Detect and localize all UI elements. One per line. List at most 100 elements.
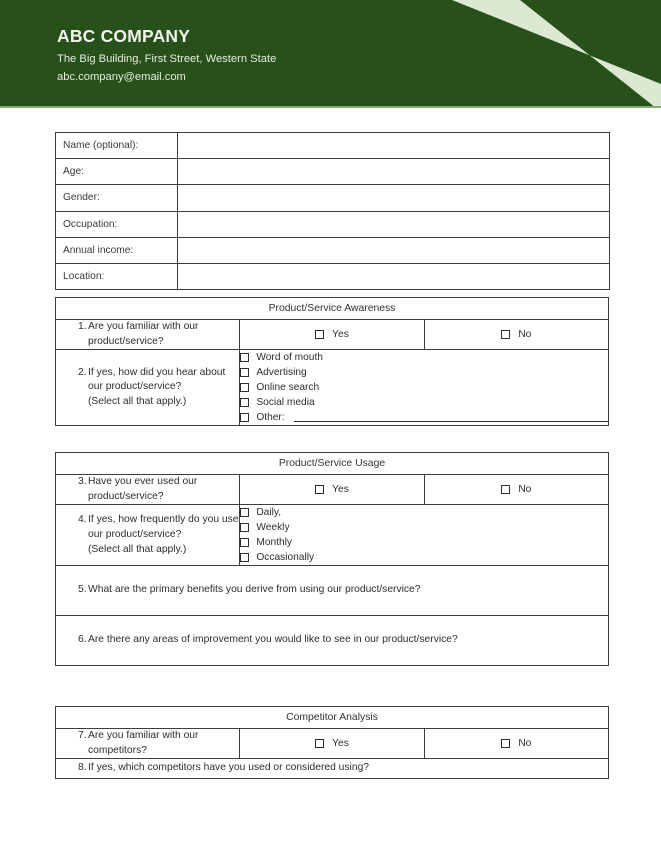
question-row: 7. Are you familiar with our competitors?… xyxy=(54,727,610,760)
yes-label: Yes xyxy=(332,484,349,496)
option-row[interactable]: Word of mouth xyxy=(240,350,608,365)
question-text-line: Have you ever used our product/service? xyxy=(88,476,198,502)
question-text-line: Are you familiar with our product/servic… xyxy=(88,321,199,347)
demographics-input-field[interactable] xyxy=(177,158,610,186)
demographics-row: Occupation: xyxy=(55,210,610,238)
demographics-label: Age: xyxy=(55,158,178,186)
demographics-row: Gender: xyxy=(55,184,610,212)
no-checkbox[interactable] xyxy=(501,739,511,749)
company-address: The Big Building, First Street, Western … xyxy=(57,53,277,66)
option-row[interactable]: Other: xyxy=(240,410,608,425)
question-cell: 2. If yes, how did you hear about our pro… xyxy=(54,349,241,427)
question-text-line: If yes, which competitors have you used … xyxy=(88,762,370,774)
question-number: 3. xyxy=(78,476,87,487)
option-row[interactable]: Advertising xyxy=(240,365,608,380)
yes-label: Yes xyxy=(332,738,349,750)
section-table: Product/Service Awareness 1. Are you famil… xyxy=(54,297,610,427)
no-answer-cell[interactable]: No xyxy=(423,318,610,351)
option-row[interactable]: Weekly xyxy=(240,520,608,535)
yes-checkbox[interactable] xyxy=(315,330,325,340)
question-text-line: If yes, how frequently do you use our pr… xyxy=(88,514,239,540)
header-bottom-rule xyxy=(0,106,661,108)
no-label: No xyxy=(518,484,532,496)
section-title-row: Product/Service Awareness xyxy=(55,297,609,320)
question-cell: 4. If yes, how frequently do you use our … xyxy=(54,504,241,567)
option-checkbox[interactable] xyxy=(240,553,250,563)
question-row: 2. If yes, how did you hear about our pro… xyxy=(54,349,609,427)
option-checkbox[interactable] xyxy=(240,353,250,363)
demographics-input-field[interactable] xyxy=(177,184,610,212)
question-text: What are the primary benefits you derive… xyxy=(88,583,608,598)
question-row: 1. Are you familiar with our product/serv… xyxy=(54,318,610,351)
option-checkbox[interactable] xyxy=(240,413,250,423)
no-checkbox[interactable] xyxy=(501,485,511,495)
demographics-label: Name (optional): xyxy=(55,131,178,160)
demographics-row: Annual income: xyxy=(55,236,610,264)
option-row[interactable]: Daily, xyxy=(240,505,608,520)
question-number: 6. xyxy=(78,634,87,646)
company-identity-block: ABC COMPANY The Big Building, First Stre… xyxy=(57,27,276,86)
option-label: Monthly xyxy=(256,536,292,548)
question-number: 5. xyxy=(78,584,87,596)
no-checkbox[interactable] xyxy=(501,330,511,340)
question-cell: 3. Have you ever used our product/service… xyxy=(54,473,241,506)
options-checklist-cell: Word of mouth Advertising Online search Soc… xyxy=(239,349,609,427)
option-checkbox[interactable] xyxy=(240,538,250,548)
option-label: Occasionally xyxy=(256,551,315,563)
question-row: 5. What are the primary benefits you deri… xyxy=(55,565,609,617)
demographics-input-field[interactable] xyxy=(177,210,610,238)
option-row[interactable]: Online search xyxy=(240,380,608,395)
option-other-write-in-line[interactable] xyxy=(293,413,608,423)
no-answer-cell[interactable]: No xyxy=(423,727,610,760)
question-cell[interactable]: 6. Are there any areas of improvement you… xyxy=(55,615,609,667)
demographics-input-field[interactable] xyxy=(177,236,610,264)
question-number: 4. xyxy=(78,514,87,526)
no-answer-cell[interactable]: No xyxy=(423,473,610,506)
option-checkbox[interactable] xyxy=(240,523,250,533)
section-table: Competitor Analysis 7. Are you familiar wi… xyxy=(54,706,610,780)
option-label: Advertising xyxy=(256,366,307,378)
demographics-input-field[interactable] xyxy=(177,131,610,160)
option-label: Word of mouth xyxy=(256,351,323,363)
yes-checkbox[interactable] xyxy=(315,739,325,749)
question-row: 4. If yes, how frequently do you use our … xyxy=(54,504,609,567)
question-text: If yes, how frequently do you use our pr… xyxy=(88,513,239,557)
yes-answer-cell[interactable]: Yes xyxy=(239,473,425,506)
demographics-row: Location: xyxy=(55,262,610,291)
question-number: 7. xyxy=(78,730,87,741)
option-row[interactable]: Occasionally xyxy=(240,550,608,565)
option-label: Weekly xyxy=(256,521,290,533)
company-email: abc.company@email.com xyxy=(57,71,186,84)
demographics-label: Annual income: xyxy=(55,236,178,264)
yes-answer-cell[interactable]: Yes xyxy=(239,318,425,351)
option-checkbox[interactable] xyxy=(240,368,250,378)
demographics-label: Occupation: xyxy=(55,210,178,238)
option-label: Social media xyxy=(256,396,315,408)
option-label: Online search xyxy=(256,381,320,393)
section-table: Product/Service Usage 3. Have you ever use… xyxy=(54,452,610,667)
question-cell[interactable]: 5. What are the primary benefits you deri… xyxy=(55,565,609,617)
yes-checkbox[interactable] xyxy=(315,485,325,495)
option-checkbox[interactable] xyxy=(240,398,250,408)
option-label: Other: xyxy=(256,411,285,423)
yes-answer-cell[interactable]: Yes xyxy=(239,727,425,760)
option-checkbox[interactable] xyxy=(240,508,250,518)
option-label: Daily, xyxy=(256,506,282,518)
question-row: 3. Have you ever used our product/service… xyxy=(54,473,610,506)
question-cell[interactable]: 8. If yes, which competitors have you use… xyxy=(55,758,609,780)
question-cell: 1. Are you familiar with our product/serv… xyxy=(54,318,241,351)
question-text: Are there any areas of improvement you w… xyxy=(88,633,608,648)
section-title-row: Competitor Analysis xyxy=(55,706,609,729)
question-text: If yes, which competitors have you used … xyxy=(88,761,608,776)
question-text: Are you familiar with our product/servic… xyxy=(88,320,239,349)
option-row[interactable]: Monthly xyxy=(240,535,608,550)
question-cell: 7. Are you familiar with our competitors? xyxy=(54,727,241,760)
question-text-line: Are you familiar with our competitors? xyxy=(88,730,199,756)
option-row[interactable]: Social media xyxy=(240,395,608,410)
demographics-input-field[interactable] xyxy=(177,262,610,291)
page-header: ABC COMPANY The Big Building, First Stre… xyxy=(0,0,661,108)
section-title: Product/Service Usage xyxy=(55,452,609,475)
option-checkbox[interactable] xyxy=(240,383,250,393)
question-number: 1. xyxy=(78,321,87,332)
demographics-table: Name (optional): Age: Gender: Occupation: An… xyxy=(55,131,610,291)
